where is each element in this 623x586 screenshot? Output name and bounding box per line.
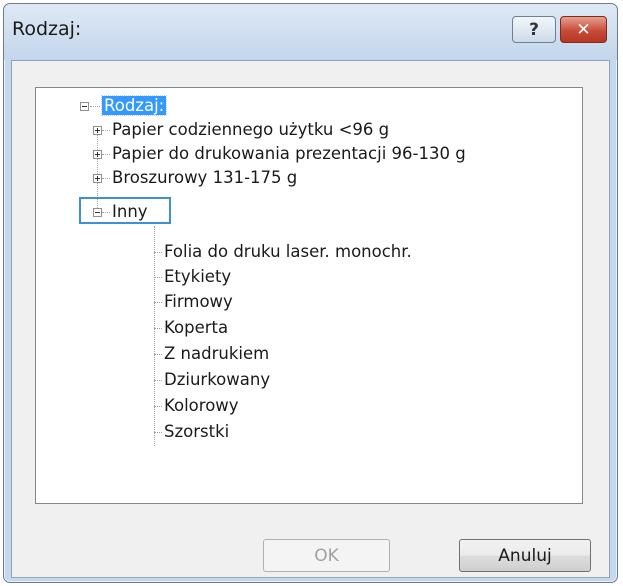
dialog-body: Rodzaj: Papier codziennego użytku <96 g …	[11, 60, 610, 578]
focus-highlight	[79, 197, 171, 224]
tree-leaf-dziurkowany[interactable]: Dziurkowany	[164, 369, 270, 391]
tree-leaf-firmowy[interactable]: Firmowy	[164, 291, 233, 313]
expand-icon[interactable]	[93, 126, 102, 135]
tree-leaf-szorstki[interactable]: Szorstki	[164, 421, 229, 443]
dialog-title: Rodzaj:	[12, 18, 82, 40]
cancel-button[interactable]: Anuluj	[459, 539, 591, 572]
help-button[interactable]: ?	[512, 16, 556, 43]
tree-connector	[154, 252, 162, 253]
tree-connector	[154, 380, 162, 381]
tree-connector	[102, 130, 110, 131]
tree-leaf-z-nadrukiem[interactable]: Z nadrukiem	[164, 343, 269, 365]
tree-connector	[154, 328, 162, 329]
close-button[interactable]: ✕	[560, 16, 607, 43]
tree-leaf-folia[interactable]: Folia do druku laser. monochr.	[164, 241, 412, 263]
expand-icon[interactable]	[93, 174, 102, 183]
expand-icon[interactable]	[93, 150, 102, 159]
tree-connector	[154, 406, 162, 407]
tree-leaf-etykiety[interactable]: Etykiety	[164, 266, 231, 288]
ok-button[interactable]: OK	[263, 539, 390, 572]
tree-connector	[154, 432, 162, 433]
dialog-window: Rodzaj: ? ✕ Rodzaj: Papier codziennego u…	[3, 3, 618, 583]
tree-item-papier-codziennego[interactable]: Papier codziennego użytku <96 g	[112, 119, 389, 141]
tree-item-broszurowy[interactable]: Broszurowy 131-175 g	[112, 167, 297, 189]
tree-connector	[154, 302, 162, 303]
tree-connector	[154, 354, 162, 355]
tree-leaf-kolorowy[interactable]: Kolorowy	[164, 395, 239, 417]
tree-root[interactable]: Rodzaj:	[100, 95, 168, 117]
tree-connector	[102, 154, 110, 155]
tree-leaf-koperta[interactable]: Koperta	[164, 317, 228, 339]
tree-connector	[102, 178, 110, 179]
collapse-icon[interactable]	[80, 102, 89, 111]
tree-connector	[154, 226, 155, 446]
title-bar[interactable]: Rodzaj: ? ✕	[4, 4, 617, 60]
tree-root-label: Rodzaj:	[100, 95, 168, 116]
tree-item-papier-prezentacji[interactable]: Papier do drukowania prezentacji 96-130 …	[112, 143, 466, 165]
tree-connector	[154, 277, 162, 278]
media-type-tree[interactable]: Rodzaj: Papier codziennego użytku <96 g …	[35, 87, 583, 504]
tree-connector	[90, 106, 100, 107]
